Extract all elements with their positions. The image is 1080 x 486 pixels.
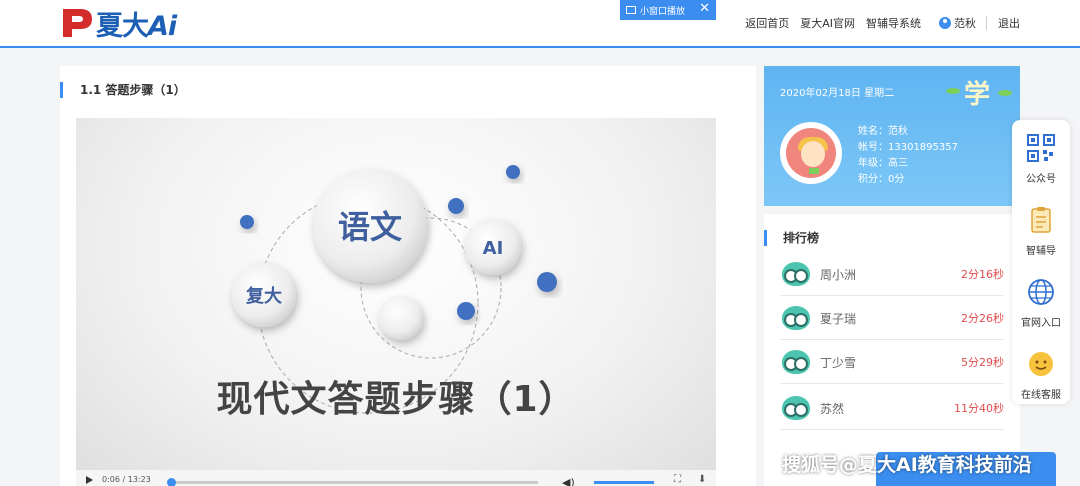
ranking-row: 丁少雪 5分29秒 bbox=[780, 340, 1004, 384]
video-controls: 0:06 / 13:23 ◀) ⛶ ⬇ bbox=[76, 470, 716, 486]
lesson-title: 1.1 答题步骤（1） bbox=[60, 82, 186, 98]
qr-code-icon bbox=[1027, 134, 1055, 162]
nav-home-link[interactable]: 返回首页 bbox=[745, 15, 789, 31]
profile-points: 积分：0分 bbox=[858, 174, 905, 185]
ranking-row: 夏子瑞 2分26秒 bbox=[780, 296, 1004, 340]
leaf-decoration bbox=[998, 90, 1012, 96]
logo-mark-icon bbox=[63, 9, 92, 37]
ranking-title: 排行榜 bbox=[764, 230, 819, 246]
sidebar-item-label: 公众号 bbox=[1026, 174, 1056, 185]
username: 范秋 bbox=[954, 17, 976, 30]
logout-link[interactable]: 退出 bbox=[998, 15, 1020, 31]
bubble-right-text: AI bbox=[483, 238, 504, 259]
video-player[interactable]: 语文 复大 AI 现代文答题步骤（1） 0:06 / 13:23 ◀) ⛶ ⬇ bbox=[76, 118, 716, 486]
bubble-center-text: 语文 bbox=[338, 208, 402, 246]
window-icon bbox=[626, 6, 636, 14]
nav-divider bbox=[986, 16, 987, 30]
ranking-name: 苏然 bbox=[820, 402, 845, 416]
top-header: 夏大Ai 小窗口播放 ✕ 返回首页 夏大AI官网 智辅导系统 范秋 退出 bbox=[0, 0, 1080, 48]
volume-slider[interactable] bbox=[594, 481, 654, 484]
globe-icon bbox=[1028, 279, 1054, 305]
ranking-name: 丁少雪 bbox=[820, 356, 857, 370]
profile-account: 帐号：13301895357 bbox=[858, 142, 958, 153]
smiley-icon bbox=[1029, 352, 1053, 376]
sidebar-item-label: 智辅导 bbox=[1026, 246, 1056, 257]
study-badge: 学 bbox=[963, 80, 990, 110]
sidebar-item-wechat[interactable]: 公众号 bbox=[1012, 134, 1070, 185]
ranking-time: 11分40秒 bbox=[954, 402, 1004, 415]
sidebar-item-label: 官网入口 bbox=[1021, 318, 1061, 329]
ranking-name: 周小洲 bbox=[820, 268, 857, 282]
floating-sidebar: 公众号 智辅导 官网入口 在线客服 bbox=[1012, 120, 1070, 404]
ranking-name: 夏子瑞 bbox=[820, 312, 857, 326]
volume-icon[interactable]: ◀) bbox=[562, 476, 575, 486]
lesson-panel: 1.1 答题步骤（1） 语文 复大 AI 现代文答题步骤（1） 0:06 / 1… bbox=[60, 66, 756, 486]
ranking-time: 2分16秒 bbox=[961, 268, 1004, 281]
profile-info: 姓名：范秋 帐号：13301895357 年级：高三 积分：0分 bbox=[858, 124, 958, 188]
dot-decoration bbox=[240, 215, 254, 229]
mini-window-label: 小窗口播放 bbox=[640, 6, 686, 17]
nav-official-site-link[interactable]: 夏大AI官网 bbox=[800, 15, 855, 31]
watermark: 搜狐号@夏大AI教育科技前沿 bbox=[782, 454, 1032, 476]
profile-name: 姓名：范秋 bbox=[858, 126, 908, 137]
sidebar-item-customer-service[interactable]: 在线客服 bbox=[1012, 350, 1070, 401]
ranking-time: 5分29秒 bbox=[961, 356, 1004, 369]
profile-grade: 年级：高三 bbox=[858, 158, 908, 169]
video-heading: 现代文答题步骤（1） bbox=[216, 379, 576, 420]
nav-tutoring-system-link[interactable]: 智辅导系统 bbox=[866, 15, 921, 31]
logo-text: 夏大Ai bbox=[96, 10, 177, 42]
ranking-panel: 排行榜 周小洲 2分16秒 夏子瑞 2分26秒 丁少雪 5分29秒 苏然 11分… bbox=[764, 214, 1020, 486]
fullscreen-icon[interactable]: ⛶ bbox=[674, 474, 681, 485]
owl-avatar-icon bbox=[782, 396, 810, 420]
play-icon[interactable] bbox=[86, 476, 93, 484]
ranking-time: 2分26秒 bbox=[961, 312, 1004, 325]
sidebar-item-tutoring[interactable]: 智辅导 bbox=[1012, 206, 1070, 257]
clipboard-icon bbox=[1031, 207, 1051, 233]
close-icon[interactable]: ✕ bbox=[699, 2, 710, 16]
ranking-row: 苏然 11分40秒 bbox=[780, 386, 1004, 430]
video-time: 0:06 / 13:23 bbox=[102, 475, 151, 484]
leaf-decoration bbox=[946, 88, 960, 94]
sidebar-item-official-site[interactable]: 官网入口 bbox=[1012, 278, 1070, 329]
user-menu[interactable]: 范秋 bbox=[939, 15, 976, 31]
progress-handle[interactable] bbox=[166, 478, 176, 486]
sidebar-item-label: 在线客服 bbox=[1021, 390, 1061, 401]
mini-window-button[interactable]: 小窗口播放 ✕ bbox=[620, 0, 716, 20]
owl-avatar-icon bbox=[782, 262, 810, 286]
ranking-row: 周小洲 2分16秒 bbox=[780, 252, 1004, 296]
owl-avatar-icon bbox=[782, 350, 810, 374]
progress-bar[interactable] bbox=[168, 481, 538, 484]
current-date: 2020年02月18日 星期二 bbox=[780, 88, 895, 99]
site-logo[interactable]: 夏大Ai bbox=[60, 6, 177, 42]
bubble-left-text: 复大 bbox=[245, 285, 282, 307]
download-icon[interactable]: ⬇ bbox=[698, 474, 706, 485]
top-nav: 返回首页 夏大AI官网 智辅导系统 范秋 退出 bbox=[734, 15, 1020, 31]
avatar bbox=[780, 122, 842, 184]
user-icon bbox=[939, 17, 951, 29]
profile-card: 2020年02月18日 星期二 学 姓名：范秋 帐号：13301895357 年… bbox=[764, 66, 1020, 206]
video-slide-graphic: 语文 复大 AI bbox=[232, 165, 557, 414]
owl-avatar-icon bbox=[782, 306, 810, 330]
